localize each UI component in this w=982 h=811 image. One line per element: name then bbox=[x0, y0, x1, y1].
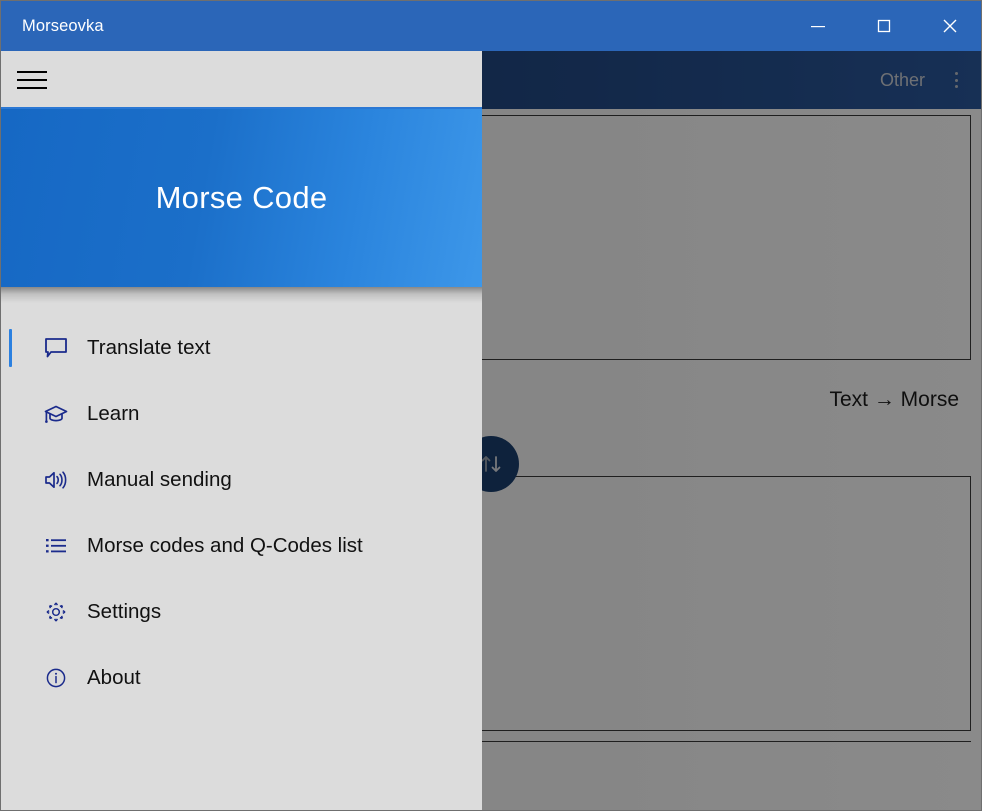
sidebar-item-label: About bbox=[87, 666, 141, 689]
list-icon bbox=[35, 534, 77, 558]
sidebar-item-label: Settings bbox=[87, 600, 162, 623]
sidebar-item-morse-codes-list[interactable]: Morse codes and Q-Codes list bbox=[1, 513, 482, 579]
hamburger-menu-icon[interactable] bbox=[1, 51, 63, 109]
drawer-header-title: Morse Code bbox=[155, 180, 328, 215]
sidebar-item-about[interactable]: About bbox=[1, 645, 482, 711]
window-title: Morseovka bbox=[22, 16, 104, 35]
navigation-drawer: Morse Code Translate text Learn Manual s… bbox=[1, 51, 482, 810]
maximize-button[interactable] bbox=[851, 1, 917, 51]
sidebar-item-label: Learn bbox=[87, 402, 140, 425]
close-button[interactable] bbox=[917, 1, 981, 51]
info-icon bbox=[35, 666, 77, 690]
sidebar-item-manual-sending[interactable]: Manual sending bbox=[1, 447, 482, 513]
drawer-top-bar bbox=[1, 51, 482, 109]
gear-icon bbox=[35, 600, 77, 624]
sidebar-item-label: Manual sending bbox=[87, 468, 232, 491]
sidebar-item-settings[interactable]: Settings bbox=[1, 579, 482, 645]
sidebar-item-translate-text[interactable]: Translate text bbox=[1, 315, 482, 381]
speaker-icon bbox=[35, 468, 77, 492]
graduation-cap-icon bbox=[35, 402, 77, 426]
drawer-header: Morse Code bbox=[1, 109, 482, 287]
selection-indicator bbox=[9, 329, 12, 367]
chat-bubble-icon bbox=[35, 336, 77, 360]
application-window: Morseovka Other Text → Morse Morse Code … bbox=[0, 0, 982, 811]
sidebar-item-label: Morse codes and Q-Codes list bbox=[87, 534, 363, 557]
minimize-button[interactable] bbox=[785, 1, 851, 51]
sidebar-item-label: Translate text bbox=[87, 336, 211, 359]
window-controls bbox=[785, 1, 981, 51]
drawer-nav-list: Translate text Learn Manual sending Mors… bbox=[1, 287, 482, 711]
title-bar: Morseovka bbox=[1, 1, 981, 51]
sidebar-item-learn[interactable]: Learn bbox=[1, 381, 482, 447]
